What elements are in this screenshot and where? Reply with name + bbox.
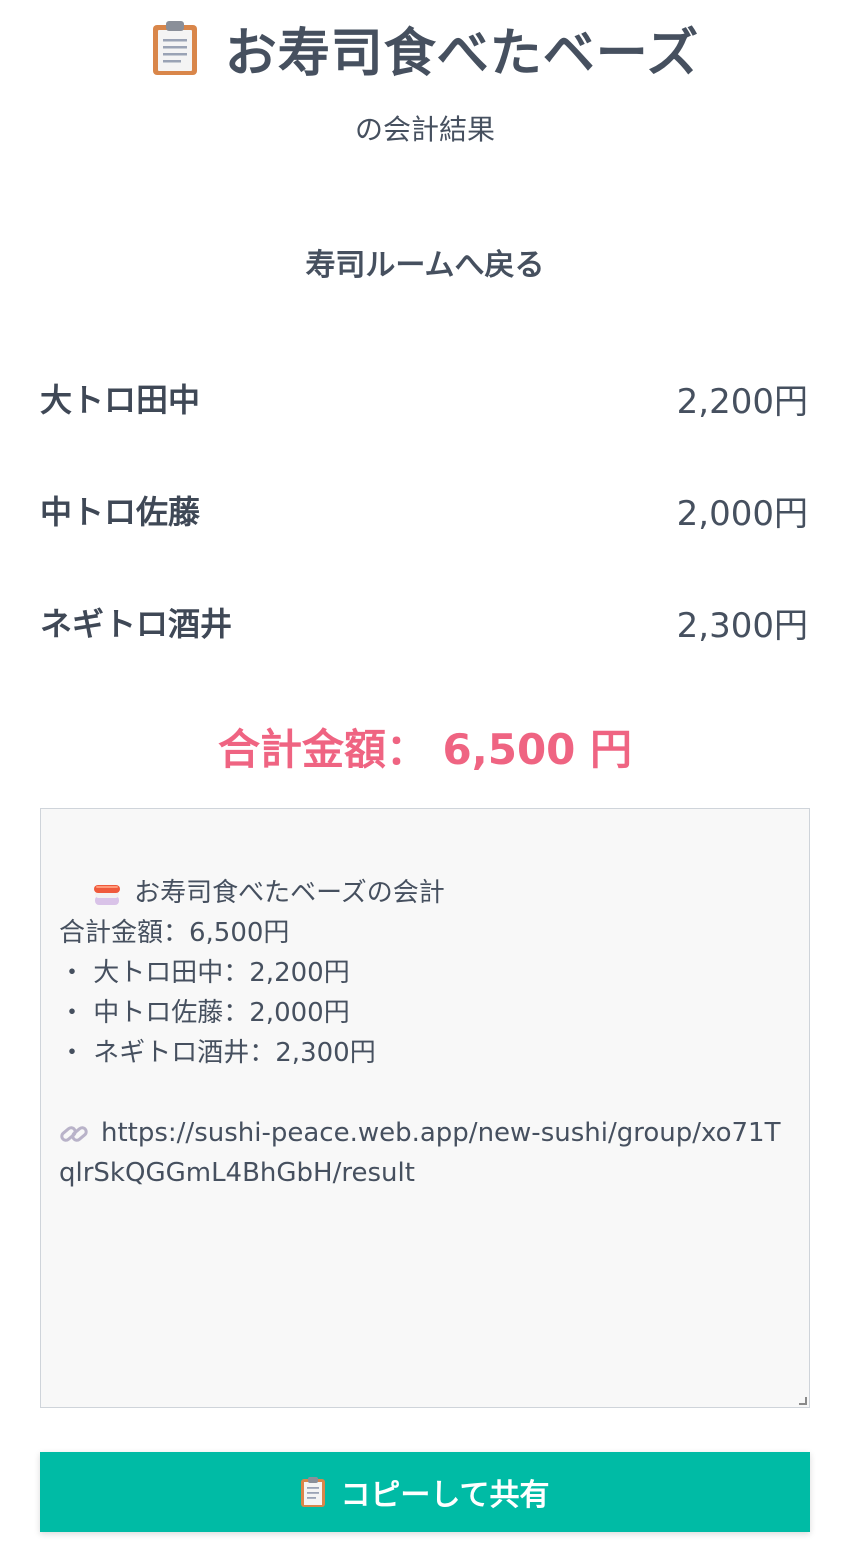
member-amount: 2,200円 bbox=[676, 381, 808, 422]
page-header: お寿司食べたベーズ bbox=[0, 8, 850, 88]
clipboard-icon bbox=[301, 1477, 326, 1507]
total-amount: 合計金額： 6,500 円 bbox=[217, 725, 633, 774]
member-name: 大トロ田中 bbox=[40, 381, 201, 419]
resize-handle[interactable] bbox=[799, 1397, 807, 1405]
clipboard-icon bbox=[152, 21, 197, 75]
back-to-room-link[interactable]: 寿司ルームへ戻る bbox=[0, 240, 850, 284]
link-icon bbox=[60, 1125, 88, 1142]
member-name: ネギトロ酒井 bbox=[40, 605, 233, 643]
share-textarea[interactable]: お寿司食べたベーズの会計 合計金額：6,500円 ・ 大トロ田中：2,200円 … bbox=[40, 808, 810, 1408]
share-item: ・ 中トロ佐藤：2,000円 bbox=[59, 998, 350, 1028]
sushi-icon bbox=[94, 884, 121, 905]
copy-share-button[interactable]: コピーして共有 bbox=[40, 1452, 810, 1532]
member-amount: 2,300円 bbox=[676, 605, 808, 646]
share-url: https://sushi-peace.web.app/new-sushi/gr… bbox=[59, 1118, 781, 1188]
member-row: 大トロ田中 2,200円 bbox=[40, 368, 808, 428]
share-heading-line: お寿司食べたベーズの会計 bbox=[59, 833, 791, 908]
share-item: ・ 大トロ田中：2,200円 bbox=[59, 958, 350, 988]
share-url-line: https://sushi-peace.web.app/new-sushi/gr… bbox=[59, 1113, 791, 1193]
share-heading: お寿司食べたベーズの会計 bbox=[134, 878, 445, 908]
page-subtitle: の会計結果 bbox=[354, 113, 495, 146]
member-row: ネギトロ酒井 2,300円 bbox=[40, 592, 808, 652]
member-row: 中トロ佐藤 2,000円 bbox=[40, 480, 808, 540]
copy-button-label: コピーして共有 bbox=[340, 1478, 550, 1513]
member-amount: 2,000円 bbox=[676, 493, 808, 534]
member-name: 中トロ佐藤 bbox=[40, 493, 201, 531]
share-total-line: 合計金額：6,500円 bbox=[59, 918, 290, 948]
share-item: ・ ネギトロ酒井：2,300円 bbox=[59, 1038, 376, 1068]
page-title: お寿司食べたベーズ bbox=[224, 23, 700, 84]
